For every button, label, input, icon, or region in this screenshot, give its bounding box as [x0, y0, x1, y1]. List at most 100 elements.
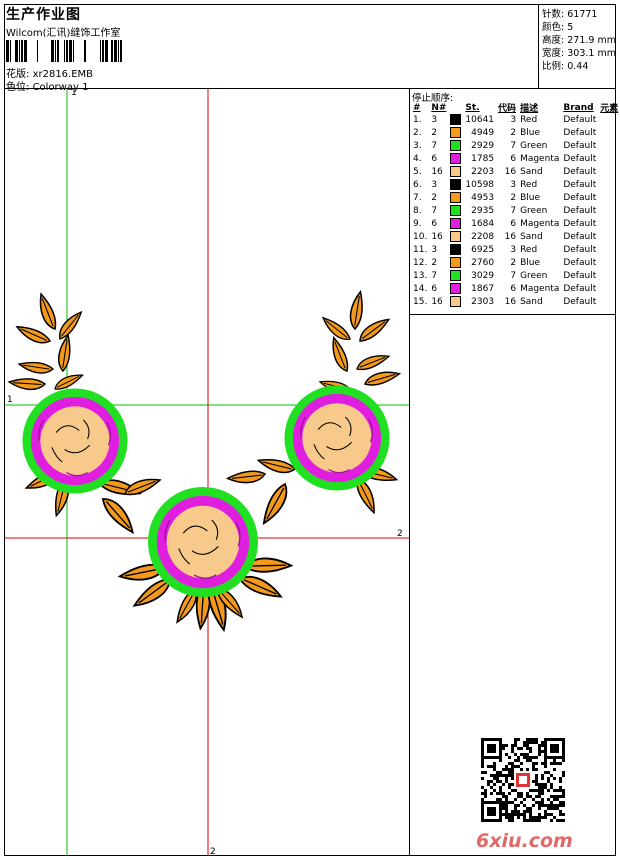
guide-label-top: 1	[71, 88, 77, 98]
brand: Default	[563, 115, 597, 125]
table-row: 6. 3 10598 3 Red Default	[411, 179, 620, 192]
element-cell	[598, 140, 620, 153]
brand: Default	[563, 193, 597, 203]
color-description: Green	[520, 206, 548, 216]
color-swatch	[448, 140, 463, 153]
color-code: 16	[504, 232, 517, 242]
stop-index: 13.	[413, 271, 428, 281]
color-code: 6	[510, 154, 517, 164]
table-row: 2. 2 4949 2 Blue Default	[411, 127, 620, 140]
color-swatch	[448, 205, 463, 218]
color-swatch	[448, 257, 463, 270]
stitch-count: 10598	[465, 180, 495, 190]
table-row: 12. 2 2760 2 Blue Default	[411, 257, 620, 270]
stitch-count: 2935	[471, 206, 495, 216]
stop-index: 9.	[413, 219, 422, 229]
stitch-count: 2760	[471, 258, 495, 268]
needle-number: 7	[431, 271, 438, 281]
brand: Default	[563, 258, 597, 268]
color-description: Sand	[520, 232, 543, 242]
needle-number: 7	[431, 141, 438, 151]
color-code: 6	[510, 284, 517, 294]
stop-index: 10.	[413, 232, 428, 242]
swatch-box	[450, 231, 462, 242]
color-description: Red	[520, 245, 538, 255]
stop-index: 5.	[413, 167, 422, 177]
color-description: Blue	[520, 193, 540, 203]
color-code: 7	[510, 141, 517, 151]
color-swatch	[448, 283, 463, 296]
color-code: 3	[510, 180, 517, 190]
table-row: 11. 3 6925 3 Red Default	[411, 244, 620, 257]
color-description: Sand	[520, 297, 543, 307]
column-header: #	[413, 102, 421, 113]
color-code: 2	[510, 193, 517, 203]
site-logo: 6xiu.com	[476, 830, 573, 852]
header-left: 生产作业图 Wilcom(汇讯)缝饰工作室 花版: xr2816.EMB 色位:…	[6, 4, 536, 93]
table-row: 9. 6 1684 6 Magenta Default	[411, 218, 620, 231]
stat-colors: 颜色: 5	[542, 19, 573, 33]
needle-number: 2	[431, 258, 438, 268]
stop-index: 4.	[413, 154, 422, 164]
color-swatch	[448, 179, 463, 192]
color-description: Blue	[520, 258, 540, 268]
design-stats: 针数: 61771 颜色: 5 高度: 271.9 mm 宽度: 303.1 m…	[538, 4, 617, 88]
swatch-box	[450, 205, 462, 216]
stop-index: 3.	[413, 141, 422, 151]
element-cell	[598, 166, 620, 179]
color-description: Red	[520, 180, 538, 190]
element-cell	[598, 244, 620, 257]
element-cell	[598, 218, 620, 231]
company-name: Wilcom(汇讯)缝饰工作室	[6, 28, 121, 39]
brand: Default	[563, 128, 597, 138]
color-swatch	[448, 114, 463, 127]
table-row: 7. 2 4953 2 Blue Default	[411, 192, 620, 205]
needle-number: 6	[431, 219, 438, 229]
column-header: 描述	[520, 104, 539, 114]
swatch-box	[450, 192, 462, 203]
guide-label-left: 1	[7, 395, 13, 405]
stop-index: 15.	[413, 297, 428, 307]
stitch-count: 6925	[471, 245, 495, 255]
column-header: St.	[465, 102, 480, 113]
element-cell	[598, 296, 620, 309]
stitch-count: 4949	[471, 128, 495, 138]
table-row: 8. 7 2935 7 Green Default	[411, 205, 620, 218]
stat-stitches: 针数: 61771	[542, 6, 597, 20]
left-flower	[21, 387, 129, 495]
table-row: 5. 16 2203 16 Sand Default	[411, 166, 620, 179]
swatch-box	[450, 244, 462, 255]
swatch-box	[450, 218, 462, 229]
swatch-box	[450, 114, 462, 125]
color-swatch	[448, 166, 463, 179]
stitch-count: 2203	[471, 167, 495, 177]
stop-index: 14.	[413, 284, 428, 294]
color-description: Magenta	[520, 154, 560, 164]
color-swatch	[448, 244, 463, 257]
color-swatch	[448, 296, 463, 309]
stop-index: 8.	[413, 206, 422, 216]
color-code: 7	[510, 271, 517, 281]
needle-number: 3	[431, 115, 438, 125]
element-cell	[598, 283, 620, 296]
needle-number: 6	[431, 154, 438, 164]
stat-scale: 比例: 0.44	[542, 58, 588, 72]
element-cell	[598, 257, 620, 270]
color-code: 3	[510, 245, 517, 255]
table-row: 10. 16 2208 16 Sand Default	[411, 231, 620, 244]
center-flower	[147, 486, 259, 598]
stat-value: 0.44	[567, 61, 589, 72]
element-cell	[598, 205, 620, 218]
color-swatch	[448, 231, 463, 244]
brand: Default	[563, 284, 597, 294]
color-code: 16	[504, 297, 517, 307]
brand: Default	[563, 245, 597, 255]
brand: Default	[563, 167, 597, 177]
stop-index: 11.	[413, 245, 428, 255]
swatch-box	[450, 166, 462, 177]
brand: Default	[563, 154, 597, 164]
stitch-count: 1684	[471, 219, 495, 229]
table-row: 1. 3 10641 3 Red Default	[411, 114, 620, 127]
stop-index: 6.	[413, 180, 422, 190]
qr-code	[481, 738, 565, 822]
